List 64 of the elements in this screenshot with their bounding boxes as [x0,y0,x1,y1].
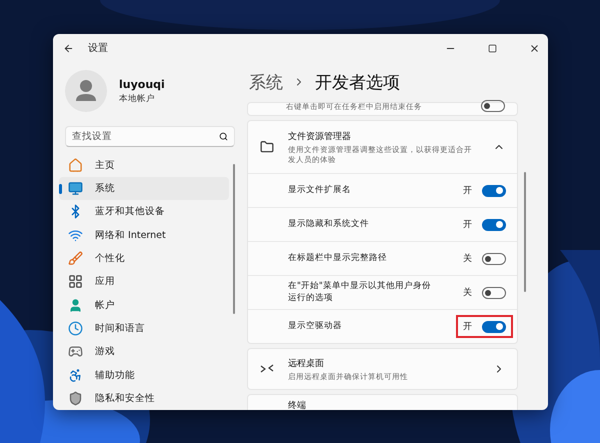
sidebar-item[interactable]: 辅助功能 [59,363,229,387]
option-label: 在"开始"菜单中显示以其他用户身份运行的选项 [288,281,432,304]
search-field[interactable]: 查找设置 [65,126,235,147]
toggle-switch[interactable] [481,100,505,112]
sidebar-label: 主页 [95,158,115,172]
sidebar-label: 辅助功能 [95,368,135,382]
window-title: 设置 [88,42,109,55]
sidebar-label: 应用 [95,275,115,288]
page-title: 开发者选项 [315,72,400,94]
option-label: 显示文件扩展名 [288,184,352,196]
folder-icon [260,140,274,154]
sidebar-label: 网络和 Internet [95,228,166,242]
toggle-state: 开 [463,321,472,333]
breadcrumb-parent[interactable]: 系统 [249,70,283,94]
sidebar-label: 帐户 [95,298,115,312]
sidebar-item[interactable]: 隐私和安全性 [59,386,229,410]
toggle-state: 关 [463,252,472,265]
sidebar-item[interactable]: 蓝牙和其他设备 [59,200,229,224]
toggle-switch[interactable] [482,218,506,230]
sidebar-item[interactable]: 系统 [59,177,229,200]
back-icon[interactable] [63,42,74,54]
monitor-icon [68,181,83,196]
sidebar-label: 系统 [95,182,115,196]
wifi-icon [68,228,83,243]
sidebar-label: 蓝牙和其他设备 [95,205,165,218]
setting-title: 文件资源管理器 [288,130,352,143]
sidebar-item[interactable]: 帐户 [59,294,229,317]
close-icon [528,42,540,54]
option-label: 显示空驱动器 [288,320,343,332]
brush-icon [68,251,83,266]
toggle-state: 关 [463,286,472,299]
toggle-state: 开 [463,185,472,197]
toggle-switch[interactable] [482,320,506,332]
gamepad-icon [68,344,83,360]
shield-icon [68,390,83,406]
accessibility-icon [68,368,83,383]
sidebar-item[interactable]: 游戏 [59,340,229,364]
maximize-icon [488,44,496,52]
toggle-state: 开 [463,219,472,231]
sidebar-item[interactable]: 网络和 Internet [59,224,229,247]
toggle-switch[interactable] [482,184,506,196]
account-name: luyouqi [119,78,165,91]
sidebar-label: 个性化 [95,252,125,266]
sidebar-item[interactable]: 主页 [59,154,229,178]
sidebar-label: 隐私和安全性 [95,392,155,405]
sidebar-item[interactable]: 应用 [59,270,229,294]
sidebar-label: 时间和语言 [95,322,145,335]
setting-title: 远程桌面 [288,358,325,370]
option-label: 在标题栏中显示完整路径 [288,252,388,264]
clock-icon [68,320,83,336]
setting-title: 终端 [288,400,306,410]
setting-card[interactable]: 终端 [247,394,518,410]
grid-icon [68,274,83,290]
sidebar-item[interactable]: 个性化 [59,246,229,270]
search-icon [219,132,228,141]
sidebar-item[interactable]: 时间和语言 [59,316,229,340]
person-icon [68,298,83,313]
home-icon [68,158,83,173]
sidebar-label: 游戏 [95,345,115,358]
option-label: 显示隐藏和系统文件 [288,218,370,230]
avatar [65,70,107,112]
toggle-switch[interactable] [482,252,506,264]
toggle-switch[interactable] [482,286,506,298]
account-type: 本地帐户 [119,92,156,105]
